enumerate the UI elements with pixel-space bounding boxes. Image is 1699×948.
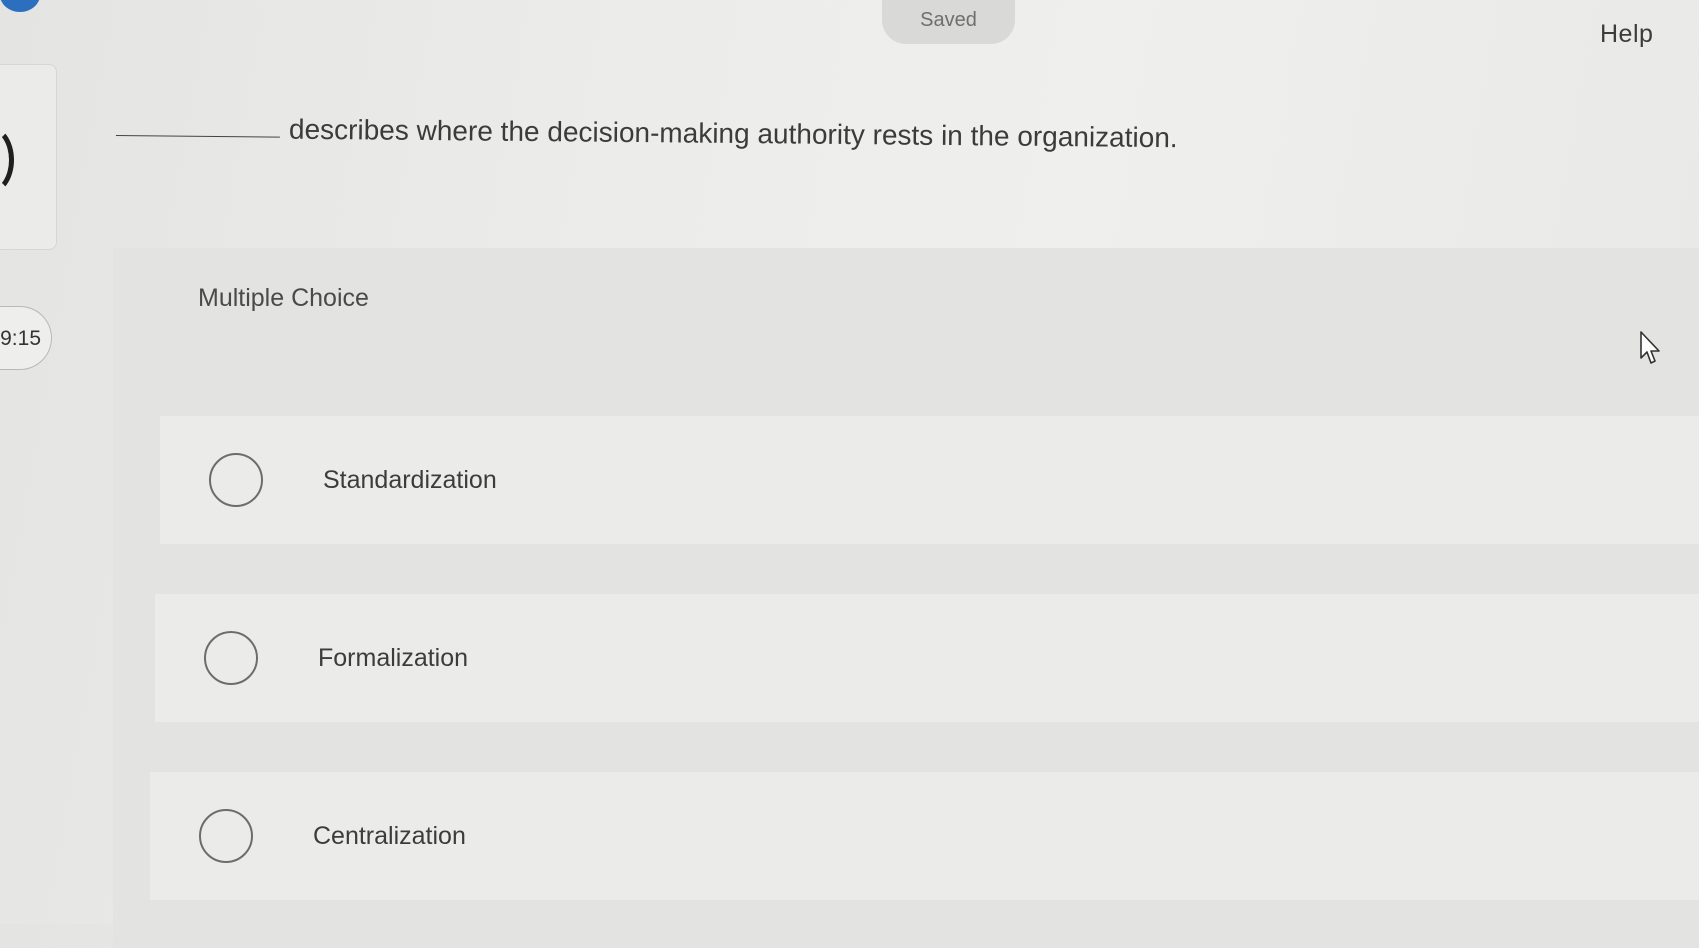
saved-status-badge: Saved	[882, 0, 1015, 44]
pointer-arrow-icon	[1640, 331, 1660, 364]
radio-empty-icon[interactable]	[209, 453, 263, 507]
radio-empty-icon[interactable]	[204, 631, 258, 685]
choice-option-formalization[interactable]: Formalization	[155, 594, 1699, 722]
choice-option-centralization[interactable]: Centralization	[150, 772, 1699, 900]
timer-badge: 9:15	[0, 306, 52, 370]
choice-label: Centralization	[313, 821, 466, 850]
progress-ring-icon	[0, 125, 14, 195]
choice-option-standardization[interactable]: Standardization	[160, 416, 1699, 544]
choice-label: Standardization	[323, 465, 497, 494]
app-badge-icon[interactable]	[0, 0, 40, 12]
question-nav-card[interactable]	[0, 64, 57, 250]
help-link[interactable]: Help	[1600, 20, 1653, 49]
radio-empty-icon[interactable]	[199, 809, 253, 863]
question-prompt: describes where the decision-making auth…	[115, 112, 1296, 155]
fill-in-blank	[115, 134, 280, 138]
choice-label: Formalization	[318, 643, 469, 672]
question-type-label: Multiple Choice	[198, 284, 369, 312]
question-text: describes where the decision-making auth…	[288, 113, 1178, 154]
